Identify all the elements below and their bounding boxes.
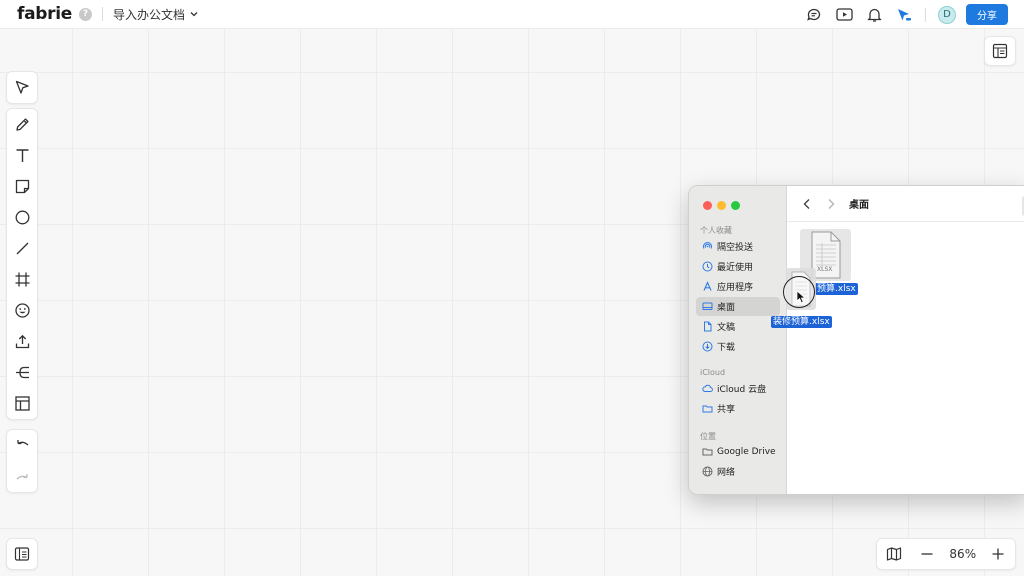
text-tool[interactable] <box>7 140 37 171</box>
history-group <box>6 429 38 493</box>
frame-tool[interactable] <box>7 264 37 295</box>
pen-tool[interactable] <box>7 109 37 140</box>
sidebar-item-shared[interactable]: 共享 <box>696 399 780 418</box>
sidebar-item-recents[interactable]: 最近使用 <box>696 257 780 276</box>
upload-icon <box>15 334 29 349</box>
minus-icon <box>921 553 933 555</box>
sidebar-item-google-drive[interactable]: Google Drive <box>696 442 780 461</box>
line-tool[interactable] <box>7 233 37 264</box>
pen-icon <box>15 118 29 131</box>
redo-button[interactable] <box>7 461 37 492</box>
finder-sidebar: 个人收藏 隔空投送 最近使用 应用程序 桌面 文稿 下载 iCloud iClo… <box>689 186 787 494</box>
line-icon <box>16 242 28 255</box>
back-arrow-icon[interactable] <box>801 198 813 210</box>
layer-panel-button[interactable] <box>984 36 1016 66</box>
comment-icon[interactable] <box>805 6 823 24</box>
mindmap-tool[interactable] <box>7 357 37 388</box>
forward-arrow-icon[interactable] <box>825 198 837 210</box>
current-location: 桌面 <box>849 200 869 211</box>
file-name-label[interactable]: 预算.xlsx <box>815 283 858 295</box>
shared-folder-icon <box>702 405 713 413</box>
close-window-button[interactable] <box>703 201 712 210</box>
map-icon <box>886 547 901 561</box>
select-tool-group <box>6 71 38 104</box>
user-avatar[interactable]: D <box>938 5 956 24</box>
creation-tools-group <box>6 108 38 420</box>
select-tool[interactable] <box>7 72 37 103</box>
sidebar-item-applications[interactable]: 应用程序 <box>696 277 780 296</box>
document-title-dropdown[interactable]: 导入办公文档 <box>113 6 199 23</box>
sidebar-item-network[interactable]: 网络 <box>696 462 780 481</box>
section-title-locations: 位置 <box>700 432 716 441</box>
text-icon <box>16 149 28 162</box>
folder-icon <box>702 448 713 456</box>
select-icon <box>15 80 29 94</box>
notification-bell-icon[interactable] <box>865 6 883 24</box>
window-controls <box>703 201 745 210</box>
download-icon <box>702 341 713 352</box>
zoom-controls: 86% <box>876 538 1016 570</box>
undo-icon <box>16 440 28 446</box>
frame-icon <box>15 272 29 287</box>
minimap-button[interactable] <box>877 539 911 569</box>
sidebar-panel-icon <box>14 547 30 561</box>
drag-file-label: 装修预算.xlsx <box>771 316 832 328</box>
section-title-favorites: 个人收藏 <box>700 226 732 235</box>
sticky-note-icon <box>15 179 29 194</box>
undo-button[interactable] <box>7 430 37 461</box>
top-bar: fabrie ? 导入办公文档 D 分享 <box>0 0 1024 29</box>
globe-icon <box>702 466 713 477</box>
zoom-out-button[interactable] <box>911 539 945 569</box>
help-icon[interactable]: ? <box>78 7 92 21</box>
finder-toolbar: 桌面 <box>787 186 1024 222</box>
presentation-play-icon[interactable] <box>835 6 853 24</box>
shape-tool[interactable] <box>7 202 37 233</box>
section-title-icloud: iCloud <box>700 368 726 377</box>
sidebar-item-downloads[interactable]: 下载 <box>696 337 780 356</box>
share-button[interactable]: 分享 <box>966 4 1008 25</box>
desktop-icon <box>702 302 713 310</box>
mouse-pointer-icon <box>796 290 807 304</box>
layout-panel-icon <box>992 43 1008 59</box>
zoom-in-button[interactable] <box>981 539 1015 569</box>
divider <box>925 7 926 22</box>
circle-icon <box>15 210 29 225</box>
document-title: 导入办公文档 <box>112 7 185 22</box>
mindmap-icon <box>15 366 29 379</box>
sidebar-item-airdrop[interactable]: 隔空投送 <box>696 237 780 256</box>
emoji-icon <box>14 303 30 318</box>
follow-cursor-icon[interactable] <box>895 6 913 24</box>
outline-panel-button[interactable] <box>6 538 38 570</box>
sticky-note-tool[interactable] <box>7 171 37 202</box>
clock-icon <box>702 261 713 272</box>
template-icon <box>14 396 30 411</box>
sidebar-item-icloud-drive[interactable]: iCloud 云盘 <box>696 379 780 398</box>
cloud-icon <box>702 384 713 392</box>
divider <box>101 7 103 21</box>
finder-window: 个人收藏 隔空投送 最近使用 应用程序 桌面 文稿 下载 iCloud iClo… <box>688 185 1024 495</box>
zoom-level[interactable]: 86% <box>944 547 981 561</box>
redo-icon <box>16 474 28 480</box>
sidebar-item-desktop[interactable]: 桌面 <box>696 297 780 316</box>
zoom-window-button[interactable] <box>731 201 740 210</box>
emoji-tool[interactable] <box>7 295 37 326</box>
applications-icon <box>703 281 712 291</box>
top-bar-actions: D 分享 <box>793 0 1008 29</box>
file-type-label: XLSX <box>817 266 833 273</box>
document-icon <box>704 321 712 332</box>
template-tool[interactable] <box>7 388 37 419</box>
airdrop-icon <box>703 242 712 249</box>
app-logo[interactable]: fabrie <box>17 4 72 24</box>
chevron-down-icon <box>190 12 198 17</box>
sidebar-item-documents[interactable]: 文稿 <box>696 317 780 336</box>
minimize-window-button[interactable] <box>717 201 726 210</box>
upload-tool[interactable] <box>7 326 37 357</box>
plus-icon <box>992 548 1004 560</box>
